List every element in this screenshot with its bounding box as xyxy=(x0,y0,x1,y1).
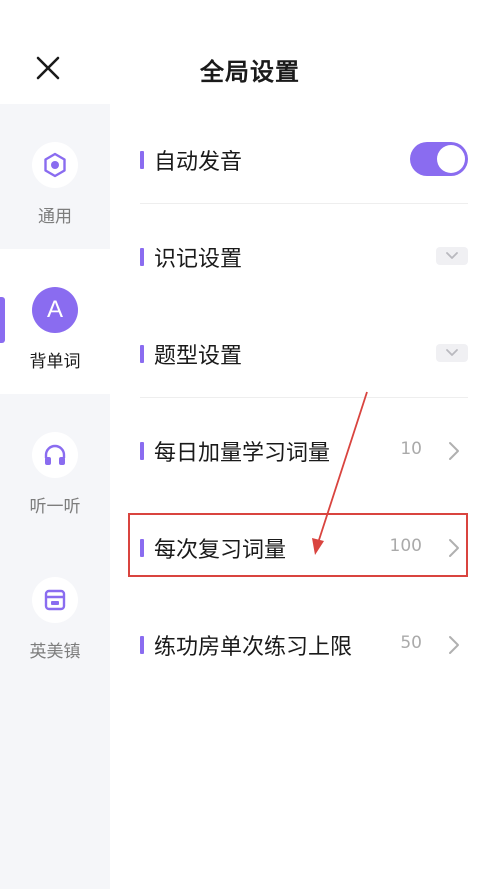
setting-label: 每次复习词量 xyxy=(154,538,287,563)
chevron-right-icon xyxy=(449,636,459,654)
header: 全局设置 xyxy=(0,0,500,104)
row-accent-bar xyxy=(140,345,144,363)
setting-label: 题型设置 xyxy=(154,344,243,369)
row-accent-bar xyxy=(140,636,144,654)
headphones-icon xyxy=(32,432,78,478)
chevron-down-icon xyxy=(446,252,458,259)
sidebar-item-general[interactable]: 通用 xyxy=(0,104,110,249)
row-accent-bar xyxy=(140,442,144,460)
letter-a-glyph: A xyxy=(46,296,63,323)
sidebar-item-town[interactable]: 英美镇 xyxy=(0,539,110,684)
setting-label: 练功房单次练习上限 xyxy=(154,635,353,660)
hexagon-gear-icon xyxy=(32,142,78,188)
setting-label: 自动发音 xyxy=(154,150,243,175)
setting-value: 100 xyxy=(389,536,422,556)
toggle-knob xyxy=(437,145,465,173)
setting-value: 10 xyxy=(400,439,422,459)
letter-a-icon: A xyxy=(32,287,78,333)
active-indicator xyxy=(0,297,5,343)
sidebar-item-vocabulary[interactable]: A 背单词 xyxy=(0,249,110,394)
sidebar-item-label: 背单词 xyxy=(29,352,81,372)
setting-label: 每日加量学习词量 xyxy=(154,441,331,466)
chevron-right-icon xyxy=(449,539,459,557)
setting-daily-add[interactable]: 每日加量学习词量 10 xyxy=(140,397,468,493)
row-accent-bar xyxy=(140,539,144,557)
setting-practice-limit[interactable]: 练功房单次练习上限 50 xyxy=(140,591,468,687)
setting-review-count[interactable]: 每次复习词量 100 xyxy=(140,494,468,590)
sidebar: 通用 A 背单词 听一听 英美镇 xyxy=(0,104,110,889)
page-title: 全局设置 xyxy=(200,58,300,86)
setting-question-type[interactable]: 题型设置 xyxy=(140,300,468,396)
chevron-down-icon xyxy=(446,349,458,356)
setting-memorize[interactable]: 识记设置 xyxy=(140,203,468,299)
sidebar-item-listen[interactable]: 听一听 xyxy=(0,394,110,539)
auto-pronounce-toggle[interactable] xyxy=(410,142,468,176)
row-accent-bar xyxy=(140,151,144,169)
expand-dropdown[interactable] xyxy=(436,247,468,265)
row-accent-bar xyxy=(140,248,144,266)
expand-dropdown[interactable] xyxy=(436,344,468,362)
sidebar-item-label: 听一听 xyxy=(29,497,81,517)
town-icon xyxy=(32,577,78,623)
sidebar-item-label: 英美镇 xyxy=(29,642,81,662)
setting-value: 50 xyxy=(400,633,422,653)
chevron-right-icon xyxy=(449,442,459,460)
setting-label: 识记设置 xyxy=(154,247,243,272)
setting-auto-pronounce: 自动发音 xyxy=(140,106,468,202)
sidebar-item-label: 通用 xyxy=(38,207,72,227)
